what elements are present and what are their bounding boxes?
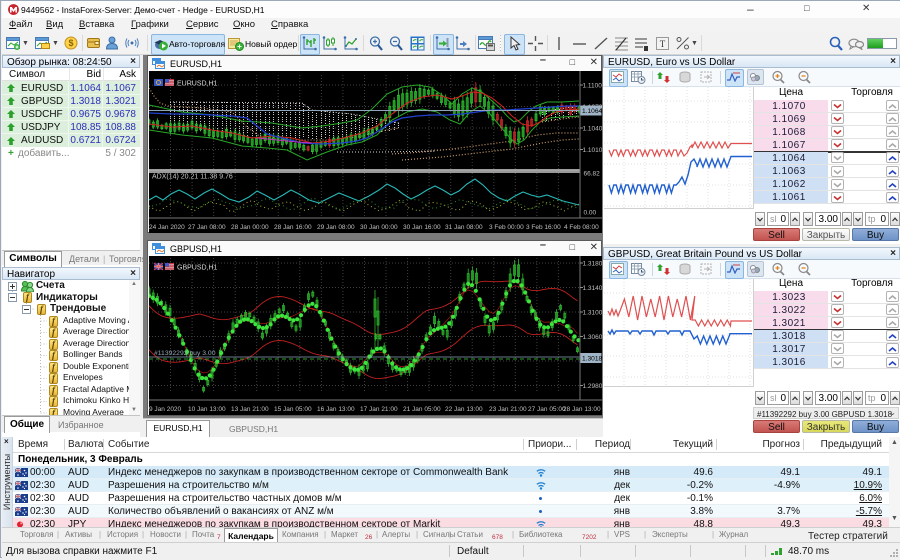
svg-text:9 Jan 2020: 9 Jan 2020: [149, 406, 182, 413]
svg-text:1.1064: 1.1064: [582, 108, 602, 115]
svg-text:27 Jan 08:00: 27 Jan 08:00: [188, 224, 226, 231]
svg-text:13 Jan 21:00: 13 Jan 21:00: [231, 406, 269, 413]
svg-text:24 Jan 2020: 24 Jan 2020: [149, 224, 185, 231]
svg-text:1.2980: 1.2980: [583, 383, 603, 390]
svg-text:1.1010: 1.1010: [583, 147, 603, 154]
svg-text:23 Jan 21:00: 23 Jan 21:00: [489, 406, 527, 413]
svg-text:27 Jan 05:00: 27 Jan 05:00: [528, 406, 566, 413]
svg-text:GBPUSD,H1: GBPUSD,H1: [177, 265, 218, 272]
svg-text:1.3060: 1.3060: [583, 334, 603, 341]
svg-text:28 Jan 00:00: 28 Jan 00:00: [231, 224, 269, 231]
svg-text:0.00: 0.00: [584, 210, 597, 217]
svg-text:10 Jan 13:00: 10 Jan 13:00: [188, 406, 226, 413]
svg-text:3 Feb 00:00: 3 Feb 00:00: [489, 224, 524, 231]
svg-text:1.1100: 1.1100: [583, 83, 603, 90]
svg-text:21 Jan 05:00: 21 Jan 05:00: [403, 406, 441, 413]
svg-text:15 Jan 05:00: 15 Jan 05:00: [274, 406, 312, 413]
svg-text:EURUSD,H1: EURUSD,H1: [177, 81, 218, 88]
svg-text:22 Jan 13:00: 22 Jan 13:00: [445, 406, 483, 413]
svg-text:16 Jan 13:00: 16 Jan 13:00: [317, 406, 355, 413]
svg-text:$: $: [68, 38, 73, 48]
svg-text:31 Jan 08:00: 31 Jan 08:00: [445, 224, 483, 231]
svg-text:28 Jan 16:00: 28 Jan 16:00: [274, 224, 312, 231]
svg-text:T: T: [660, 39, 666, 49]
svg-text:#11392292 buy 3.00: #11392292 buy 3.00: [154, 350, 216, 357]
svg-text:30 Jan 00:00: 30 Jan 00:00: [360, 224, 398, 231]
svg-text:30 Jan 16:00: 30 Jan 16:00: [403, 224, 441, 231]
svg-text:ADX(14) 20.21 11.38 9.76: ADX(14) 20.21 11.38 9.76: [152, 174, 233, 181]
svg-text:66.82: 66.82: [584, 171, 601, 178]
svg-text:1.3140: 1.3140: [583, 285, 603, 292]
svg-text:1.3018: 1.3018: [582, 356, 602, 363]
svg-text:3 Feb 16:00: 3 Feb 16:00: [526, 224, 561, 231]
svg-text:17 Jan 21:00: 17 Jan 21:00: [360, 406, 398, 413]
svg-text:28 Jan 13:00: 28 Jan 13:00: [563, 406, 601, 413]
svg-text:1.3180: 1.3180: [583, 261, 603, 268]
svg-text:1.1040: 1.1040: [583, 126, 603, 133]
svg-text:29 Jan 08:00: 29 Jan 08:00: [317, 224, 355, 231]
svg-text:4 Feb 08:00: 4 Feb 08:00: [564, 224, 599, 231]
svg-text:1.3100: 1.3100: [583, 310, 603, 317]
